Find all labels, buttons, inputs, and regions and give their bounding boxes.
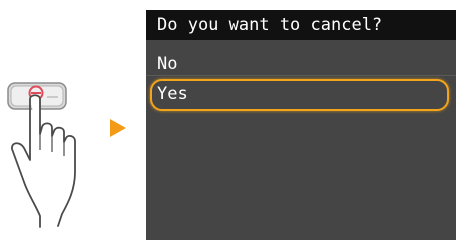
option-no[interactable]: No [146,48,456,78]
screen-title: Do you want to cancel? [157,15,383,35]
hand-pressing-stop-key-icon [7,82,76,228]
option-yes-label: Yes [157,84,188,104]
instruction-figure: Do you want to cancel? No Yes [0,0,456,240]
touch-panel-screen: Do you want to cancel? No Yes [146,10,456,240]
option-no-label: No [157,54,178,74]
play-arrow-icon [110,119,126,137]
screen-header: Do you want to cancel? [146,10,456,40]
option-yes[interactable]: Yes [146,78,456,108]
option-divider [146,75,456,76]
